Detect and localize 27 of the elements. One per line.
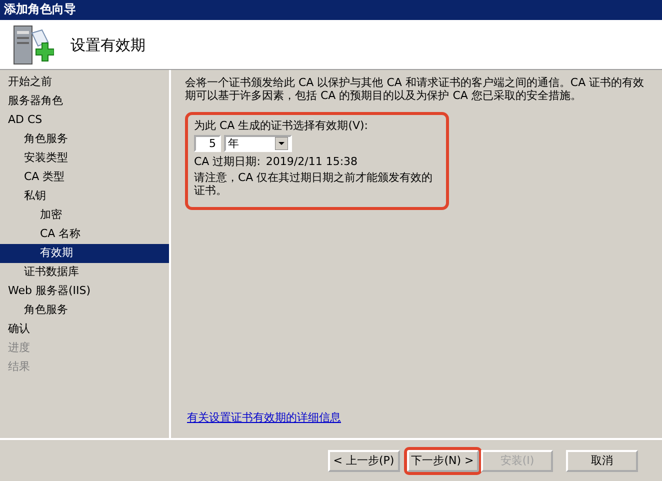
unit-dropdown[interactable]: 年 <box>224 135 292 152</box>
field-label: 为此 CA 生成的证书选择有效期(V): <box>194 119 370 133</box>
nav-item[interactable]: 服务器角色 <box>0 92 169 111</box>
nav-item[interactable]: CA 名称 <box>0 225 169 244</box>
help-link[interactable]: 有关设置证书有效期的详细信息 <box>187 410 341 424</box>
nav-item[interactable]: 角色服务 <box>0 301 169 320</box>
intro-text: 会将一个证书颁发给此 CA 以保护与其他 CA 和请求证书的客户端之间的通信。CA 证书的有效期可以基于许多因素，包括 CA 的预期目的以及为保护 CA 您已采取的安全措施。 <box>185 76 646 102</box>
expiry-date: 2019/2/11 15:38 <box>266 155 358 168</box>
nav-item[interactable]: 角色服务 <box>0 130 169 149</box>
nav-item[interactable]: 开始之前 <box>0 73 169 92</box>
nav-item[interactable]: 证书数据库 <box>0 263 169 282</box>
nav-item[interactable]: 私钥 <box>0 187 169 206</box>
wizard-button[interactable]: < 上一步(P) <box>328 450 400 472</box>
wizard-button[interactable]: 取消 <box>566 450 638 472</box>
dropdown-arrow-icon <box>274 137 288 150</box>
nav-item[interactable]: CA 类型 <box>0 168 169 187</box>
nav-item[interactable]: 加密 <box>0 206 169 225</box>
page-title: 设置有效期 <box>70 36 146 54</box>
window-title: 添加角色向导 <box>0 0 662 20</box>
nav-item[interactable]: AD CS <box>0 111 169 130</box>
nav-item[interactable]: 确认 <box>0 320 169 339</box>
nav-item[interactable]: 安装类型 <box>0 149 169 168</box>
expiry-label: CA 过期日期: <box>194 155 260 168</box>
note-text: 请注意，CA 仅在其过期日期之前才能颁发有效的证书。 <box>194 171 434 198</box>
nav-item[interactable]: 有效期 <box>0 244 169 263</box>
number-field[interactable]: 5 <box>194 135 221 152</box>
nav-item[interactable]: Web 服务器(IIS) <box>0 282 169 301</box>
